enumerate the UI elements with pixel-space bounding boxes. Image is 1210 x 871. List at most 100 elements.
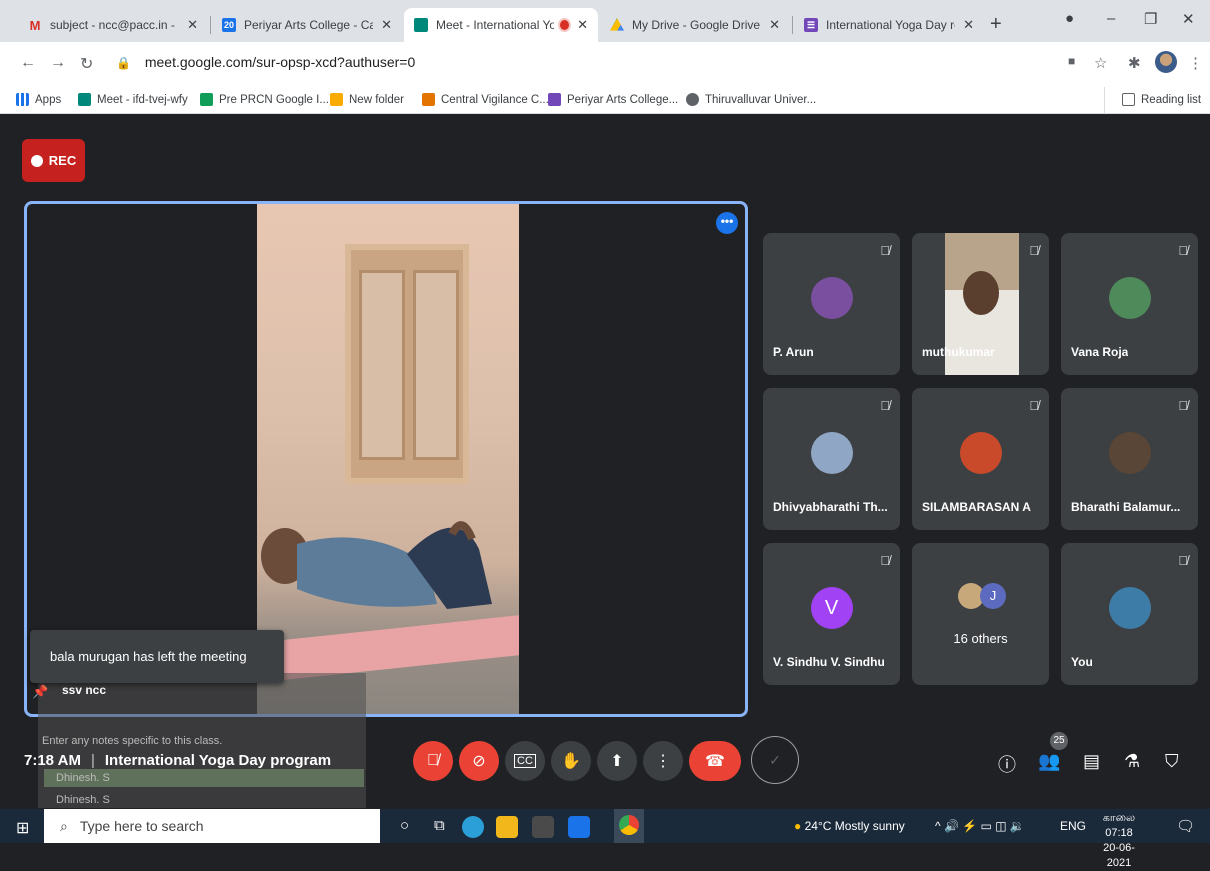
mic-toggle-button[interactable]: 🎙̸ — [413, 741, 453, 781]
participant-tile[interactable]: 🎙̸ P. Arun — [763, 233, 900, 375]
clock-time: காலை 07:18 — [1102, 812, 1136, 839]
participant-tile[interactable]: 🎙̸ You — [1061, 543, 1198, 685]
close-icon[interactable]: ✕ — [769, 17, 780, 33]
taskbar-search[interactable]: ⌕ Type here to search — [44, 809, 380, 843]
tile-options-icon[interactable]: ••• — [716, 212, 738, 234]
pin-icon[interactable]: 📌 — [32, 684, 48, 700]
tab-calendar[interactable]: 20 Periyar Arts College - Calenda ✕ — [212, 8, 402, 42]
tab-gmail[interactable]: M subject - ncc@pacc.in - Periy ✕ — [18, 8, 208, 42]
globe-icon — [686, 93, 699, 106]
mail-icon[interactable] — [568, 816, 590, 838]
participant-tile[interactable]: 🎙̸ Vana Roja — [1061, 233, 1198, 375]
browser-menu-icon[interactable]: ⋮ — [1188, 54, 1203, 72]
people-icon[interactable]: 👥 — [1038, 751, 1060, 772]
present-button[interactable]: ⬆ — [597, 741, 637, 781]
camera-indicator-icon[interactable]: ■ — [1068, 54, 1075, 68]
tab-meet[interactable]: Meet - International Yoga ✕ — [404, 8, 598, 42]
chat-icon[interactable]: ▤ — [1083, 751, 1100, 772]
bookmark-prcn[interactable]: Pre PRCN Google I... — [200, 93, 329, 106]
drive-icon — [610, 18, 624, 31]
tab-title: International Yoga Day reg - — [826, 18, 955, 32]
taskbar-clock[interactable]: காலை 07:18 20-06-2021 — [1092, 811, 1146, 871]
mic-off-icon: 🎙̸ — [1178, 398, 1188, 413]
window-close-button[interactable]: ✕ — [1182, 10, 1195, 28]
weather-widget[interactable]: ● 24°C Mostly sunny — [794, 819, 905, 833]
participant-tile[interactable]: 🎙̸ V V. Sindhu V. Sindhu — [763, 543, 900, 685]
close-icon[interactable]: ✕ — [963, 17, 974, 33]
bookmark-meet[interactable]: Meet - ifd-tvej-wfy — [78, 93, 188, 106]
participant-name: Bharathi Balamur... — [1071, 500, 1181, 514]
participant-tile[interactable]: 🎙̸ SILAMBARASAN A — [912, 388, 1049, 530]
chrome-taskbar-button[interactable] — [614, 809, 644, 843]
cortana-icon[interactable]: ○ — [400, 817, 409, 834]
reading-list-button[interactable]: Reading list — [1122, 93, 1201, 106]
profile-menu-icon[interactable]: ● — [1065, 10, 1074, 27]
activities-icon[interactable]: ⚗ — [1124, 751, 1140, 772]
participant-tile[interactable]: 🎙̸ muthukumar — [912, 233, 1049, 375]
edge-icon[interactable] — [462, 816, 484, 838]
tab-divider — [792, 16, 793, 34]
participant-name: You — [1071, 655, 1093, 669]
system-tray-icons[interactable]: ^ 🔊 ⚡ ▭ ◫ 🔉 — [935, 819, 1025, 833]
address-bar[interactable]: 🔒 meet.google.com/sur-opsp-xcd?authuser=… — [116, 54, 415, 70]
meeting-details: 7:18 AM | International Yoga Day program — [24, 752, 332, 769]
close-icon[interactable]: ✕ — [577, 17, 588, 33]
record-dot-icon — [30, 154, 43, 167]
others-count: 16 others — [953, 631, 1008, 646]
profile-avatar[interactable] — [1155, 51, 1177, 73]
browser-toolbar: ← → ↻ 🔒 meet.google.com/sur-opsp-xcd?aut… — [0, 42, 1210, 87]
participant-name: Dhivyabharathi Th... — [773, 500, 888, 514]
host-controls-icon[interactable]: ⛉ — [1165, 751, 1179, 772]
restore-button[interactable]: ❐ — [1144, 10, 1157, 28]
avatar: J — [980, 583, 1006, 609]
participant-tile[interactable]: 🎙̸ Bharathi Balamur... — [1061, 388, 1198, 530]
avatar — [1108, 432, 1151, 474]
store-icon[interactable] — [532, 816, 554, 838]
windows-start-icon[interactable]: ⊞ — [16, 818, 29, 838]
language-indicator[interactable]: ENG — [1060, 819, 1086, 833]
close-icon[interactable]: ✕ — [381, 17, 392, 33]
file-explorer-icon[interactable] — [496, 816, 518, 838]
close-icon[interactable]: ✕ — [187, 17, 198, 33]
gmail-icon: M — [29, 17, 41, 33]
participant-tile[interactable]: 🎙̸ Dhivyabharathi Th... — [763, 388, 900, 530]
bookmark-vigilance[interactable]: Central Vigilance C... — [422, 93, 549, 106]
tab-forms[interactable]: ☰ International Yoga Day reg - ✕ — [794, 8, 984, 42]
captions-button[interactable]: CC — [505, 741, 545, 781]
bookmark-periyar[interactable]: Periyar Arts College... — [548, 93, 678, 106]
present-icon: ⬆ — [610, 753, 624, 770]
extensions-icon[interactable]: ✱ — [1128, 54, 1141, 72]
forward-icon[interactable]: → — [50, 54, 66, 72]
mic-off-icon: 🎙̸ — [1029, 398, 1039, 413]
avatar: V — [810, 587, 853, 629]
tab-drive[interactable]: My Drive - Google Drive ✕ — [600, 8, 790, 42]
reading-list-label: Reading list — [1141, 93, 1202, 106]
tab-title: subject - ncc@pacc.in - Periy — [50, 18, 179, 32]
notifications-icon[interactable]: 🗨 — [1176, 817, 1195, 835]
bookmarks-bar: Apps Meet - ifd-tvej-wfy Pre PRCN Google… — [0, 87, 1210, 114]
task-view-icon[interactable]: ⧉ — [434, 817, 445, 834]
bookmark-apps[interactable]: Apps — [16, 93, 61, 106]
minimize-button[interactable]: – — [1107, 10, 1115, 27]
new-tab-button[interactable]: + — [990, 14, 1002, 34]
info-icon[interactable]: ⓘ — [998, 751, 1016, 777]
camera-toggle-button[interactable]: ⊘ — [459, 741, 499, 781]
bookmark-star-icon[interactable]: ☆ — [1094, 54, 1107, 72]
tab-title: Meet - International Yoga — [436, 18, 555, 32]
mic-off-icon: 🎙̸ — [1029, 243, 1039, 258]
captions-icon: CC — [514, 754, 536, 768]
extension-check-button[interactable]: ✓ — [751, 736, 799, 784]
overlay-row[interactable]: Dhinesh. S — [44, 769, 364, 787]
tab-strip: M subject - ncc@pacc.in - Periy ✕ 20 Per… — [0, 0, 1210, 42]
back-icon[interactable]: ← — [20, 54, 36, 72]
bookmark-label: Meet - ifd-tvej-wfy — [97, 93, 188, 106]
leave-call-button[interactable]: ☎ — [689, 741, 741, 781]
bookmark-thiruvalluvar[interactable]: Thiruvalluvar Univer... — [686, 93, 816, 106]
raise-hand-button[interactable]: ✋ — [551, 741, 591, 781]
overlay-row[interactable]: Dhinesh. S — [44, 791, 364, 809]
reload-icon[interactable]: ↻ — [80, 54, 93, 74]
bookmark-new-folder[interactable]: New folder — [330, 93, 404, 106]
others-tile[interactable]: J 16 others — [912, 543, 1049, 685]
more-options-button[interactable]: ⋮ — [643, 741, 683, 781]
bookmark-label: Periyar Arts College... — [567, 93, 679, 106]
